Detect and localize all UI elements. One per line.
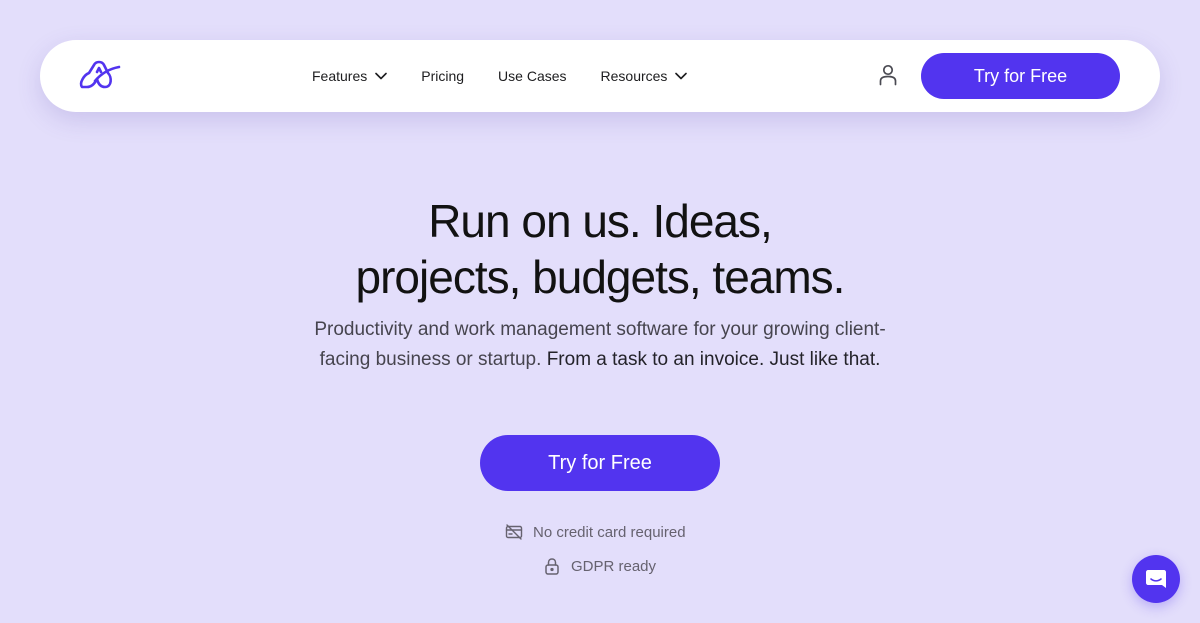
- nav-item-pricing[interactable]: Pricing: [421, 68, 464, 84]
- user-icon[interactable]: [878, 64, 898, 86]
- hero-title: Run on us. Ideas, projects, budgets, tea…: [0, 193, 1200, 305]
- perk-label: No credit card required: [533, 523, 686, 541]
- hero-subtitle-strong: From a task to an invoice. Just like tha…: [546, 349, 881, 370]
- perk-no-credit-card: No credit card required: [505, 523, 686, 541]
- top-navigation: Features Pricing Use Cases Resources Try…: [40, 40, 1160, 112]
- perk-label: GDPR ready: [571, 557, 657, 575]
- hero-subtitle: Productivity and work management softwar…: [300, 315, 900, 375]
- chat-widget-button[interactable]: [1132, 555, 1180, 603]
- brand-logo[interactable]: [78, 57, 122, 93]
- chevron-down-icon: [675, 72, 688, 80]
- hero-title-line-1: Run on us. Ideas,: [428, 195, 773, 247]
- nav-item-label: Pricing: [421, 68, 465, 84]
- nav-item-label: Resources: [600, 68, 668, 84]
- no-credit-card-icon: [505, 524, 523, 540]
- lock-icon: [545, 558, 559, 575]
- main-menu: Features Pricing Use Cases Resources: [312, 40, 721, 112]
- nav-item-use-cases[interactable]: Use Cases: [498, 68, 566, 84]
- hero-title-line-2: projects, budgets, teams.: [355, 251, 846, 303]
- chevron-down-icon: [375, 72, 388, 80]
- nav-item-label: Features: [312, 68, 368, 84]
- perk-gdpr-ready: GDPR ready: [543, 557, 656, 575]
- nav-item-features[interactable]: Features: [312, 68, 388, 84]
- chat-icon: [1146, 570, 1166, 588]
- try-for-free-hero-button[interactable]: Try for Free: [480, 435, 720, 491]
- try-for-free-nav-button[interactable]: Try for Free: [921, 53, 1120, 99]
- nav-item-label: Use Cases: [498, 68, 567, 84]
- nav-item-resources[interactable]: Resources: [601, 68, 688, 84]
